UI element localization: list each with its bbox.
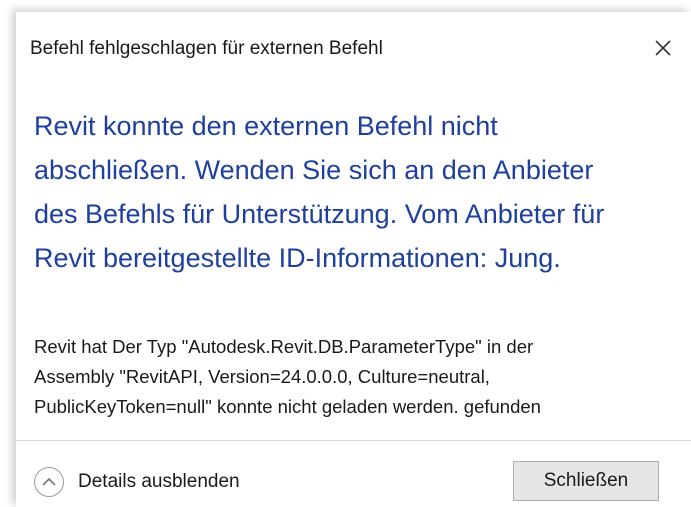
details-text-line: Revit hat Der Typ "Autodesk.Revit.DB.Par… [34,336,534,357]
details-toggle[interactable]: Details ausblenden [34,467,240,497]
chevron-up-icon[interactable] [34,467,64,497]
close-button[interactable]: Schließen [513,461,659,501]
window-title: Befehl fehlgeschlagen für externen Befeh… [30,38,383,59]
title-bar: Befehl fehlgeschlagen für externen Befeh… [16,12,691,76]
dialog-footer: Details ausblenden Schließen [16,440,691,507]
details-toggle-label[interactable]: Details ausblenden [78,471,240,493]
main-instruction-line: abschließen. Wenden Sie sich an den Anbi… [34,155,594,185]
main-instruction: Revit konnte den externen Befehl nicht a… [34,104,684,280]
main-instruction-line: des Befehls für Unterstützung. Vom Anbie… [34,199,605,229]
window-close-button[interactable] [643,30,683,66]
main-instruction-line: Revit bereitgestellte ID-Informationen: … [34,243,561,273]
details-text-line: Assembly "RevitAPI, Version=24.0.0.0, Cu… [34,366,490,387]
error-dialog: Befehl fehlgeschlagen für externen Befeh… [16,12,691,507]
close-icon [655,40,671,56]
main-instruction-line: Revit konnte den externen Befehl nicht [34,111,498,141]
error-details-text: Revit hat Der Typ "Autodesk.Revit.DB.Par… [34,332,684,422]
details-text-line: PublicKeyToken=null" konnte nicht gelade… [34,396,541,417]
